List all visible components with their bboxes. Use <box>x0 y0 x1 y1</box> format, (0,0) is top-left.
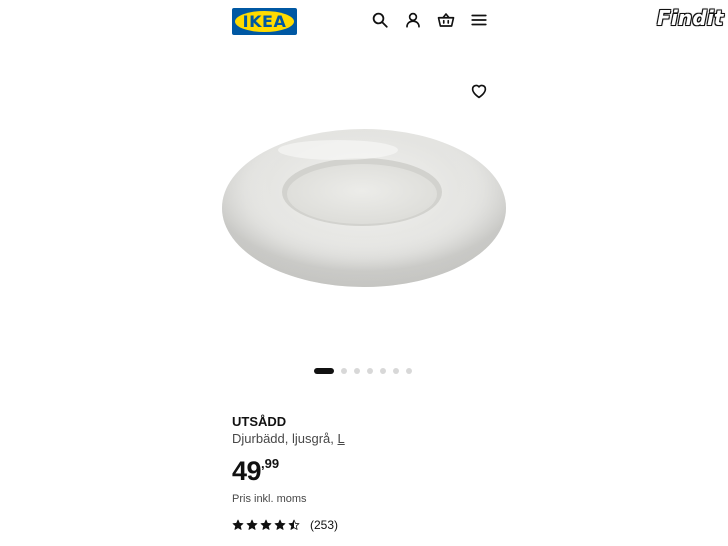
product-name[interactable]: UTSÅDD <box>232 414 286 429</box>
gallery-dot[interactable] <box>393 368 399 374</box>
search-icon[interactable] <box>371 11 389 29</box>
account-icon[interactable] <box>404 11 422 29</box>
gallery-pagination <box>314 367 424 375</box>
site-header: IKEA Findit <box>0 0 728 44</box>
size-link[interactable]: L <box>338 431 345 446</box>
star-full-icon <box>274 519 286 531</box>
menu-icon[interactable] <box>470 11 488 29</box>
findit-watermark: Findit <box>657 6 724 30</box>
gallery-dot[interactable] <box>367 368 373 374</box>
logo-text: IKEA <box>242 12 287 31</box>
gallery-dot[interactable] <box>380 368 386 374</box>
favourite-heart-icon[interactable] <box>470 82 488 100</box>
product-image[interactable] <box>218 120 510 292</box>
bed-inner-cushion <box>287 164 437 224</box>
star-full-icon <box>232 519 244 531</box>
gallery-dot[interactable] <box>341 368 347 374</box>
price-decimals: ,99 <box>261 456 280 471</box>
ikea-logo[interactable]: IKEA <box>232 8 297 35</box>
basket-icon[interactable] <box>437 11 455 29</box>
gallery-dot[interactable] <box>354 368 360 374</box>
gallery-dot-active[interactable] <box>314 368 334 374</box>
bed-highlight <box>278 140 398 160</box>
star-half-icon <box>288 519 300 531</box>
vat-note: Pris inkl. moms <box>232 493 307 505</box>
price-integer: 49 <box>232 456 262 486</box>
star-full-icon <box>246 519 258 531</box>
product-price: 49,99 <box>232 456 279 487</box>
description-text: Djurbädd, ljusgrå, <box>232 431 338 446</box>
product-description: Djurbädd, ljusgrå, L <box>232 431 345 446</box>
gallery-dot[interactable] <box>406 368 412 374</box>
star-full-icon <box>260 519 272 531</box>
review-count[interactable]: (253) <box>310 518 338 532</box>
